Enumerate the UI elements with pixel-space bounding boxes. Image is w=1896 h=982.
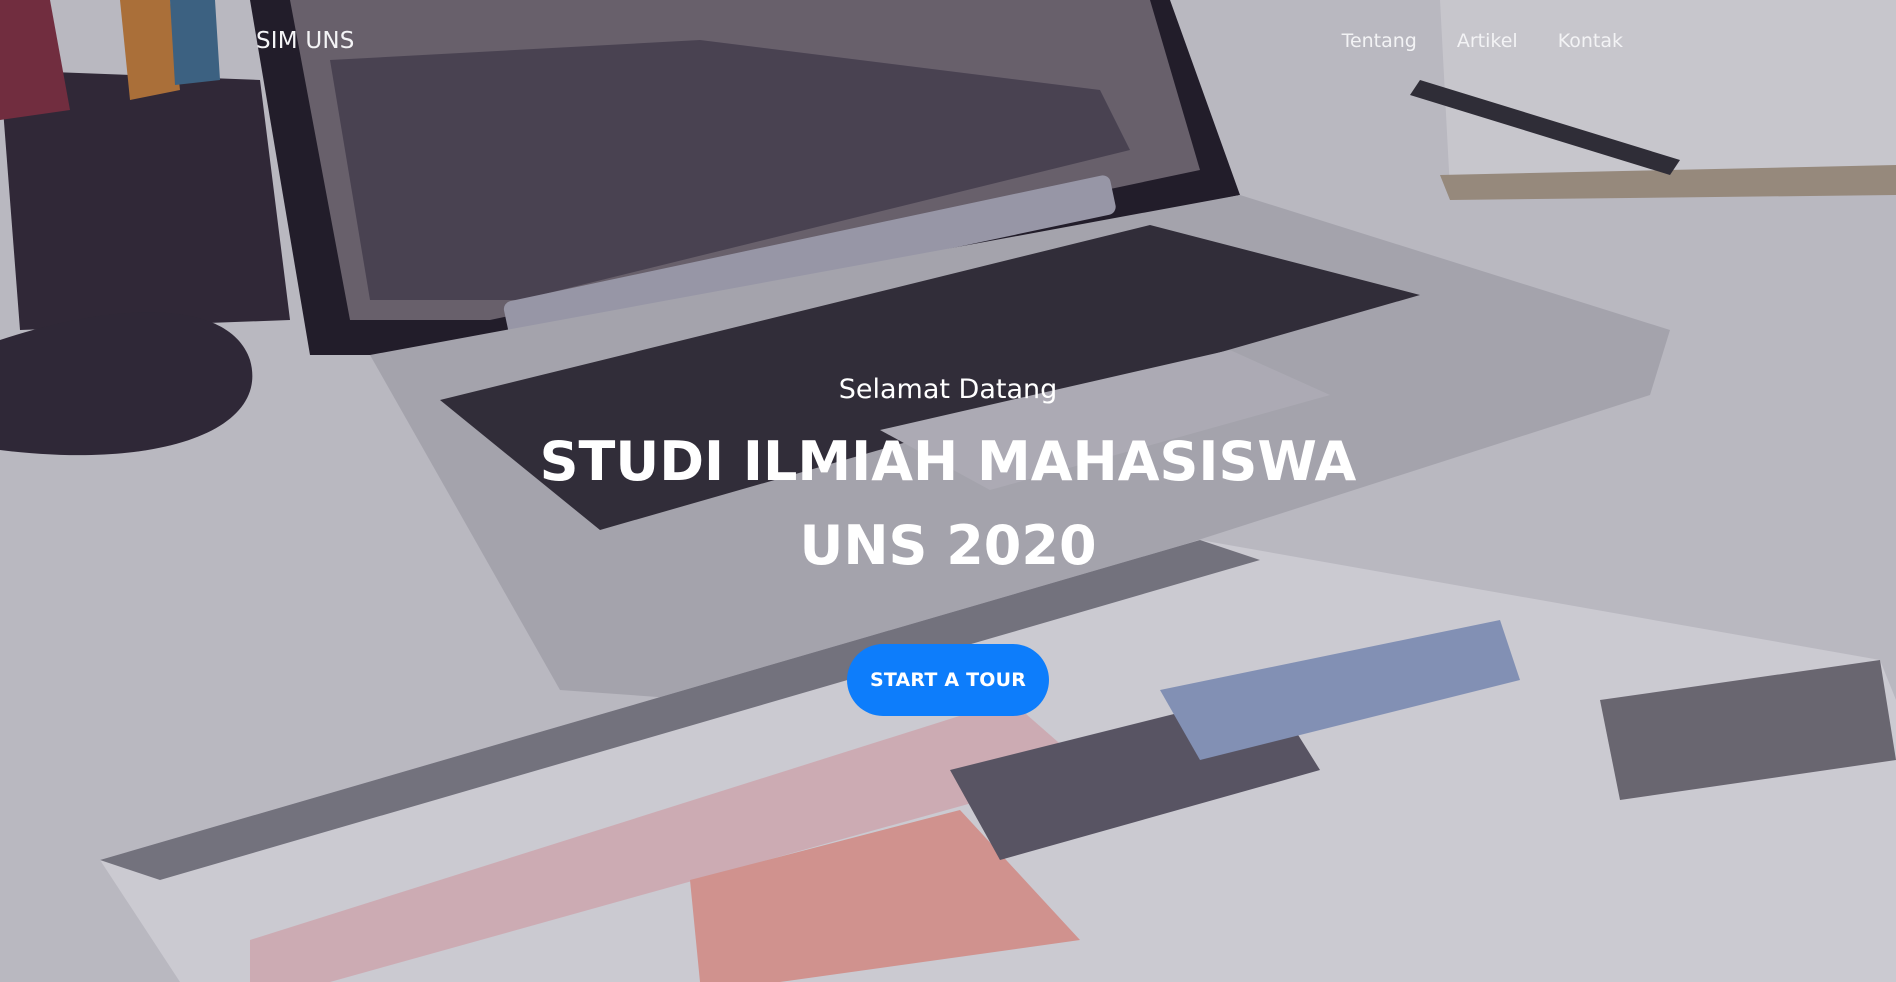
nav-link-tentang[interactable]: Tentang bbox=[1342, 30, 1417, 52]
nav-item-artikel: Artikel bbox=[1457, 30, 1518, 52]
page-title: STUDI ILMIAH MAHASISWA UNS 2020 bbox=[539, 430, 1357, 577]
masthead: Selamat Datang STUDI ILMIAH MAHASISWA UN… bbox=[0, 370, 1896, 716]
start-tour-button[interactable]: START A TOUR bbox=[847, 644, 1049, 716]
nav-item-kontak: Kontak bbox=[1558, 30, 1623, 52]
nav-item-tentang: Tentang bbox=[1342, 30, 1417, 52]
brand-logo-link[interactable]: SIM UNS bbox=[256, 28, 355, 54]
top-navbar: SIM UNS Tentang Artikel Kontak bbox=[0, 0, 1896, 86]
hero-section: SIM UNS Tentang Artikel Kontak Selamat D… bbox=[0, 0, 1896, 982]
nav-link-kontak[interactable]: Kontak bbox=[1558, 30, 1623, 52]
welcome-subheading: Selamat Datang bbox=[838, 374, 1058, 405]
nav-menu: Tentang Artikel Kontak bbox=[1342, 30, 1623, 52]
nav-link-artikel[interactable]: Artikel bbox=[1457, 30, 1518, 52]
